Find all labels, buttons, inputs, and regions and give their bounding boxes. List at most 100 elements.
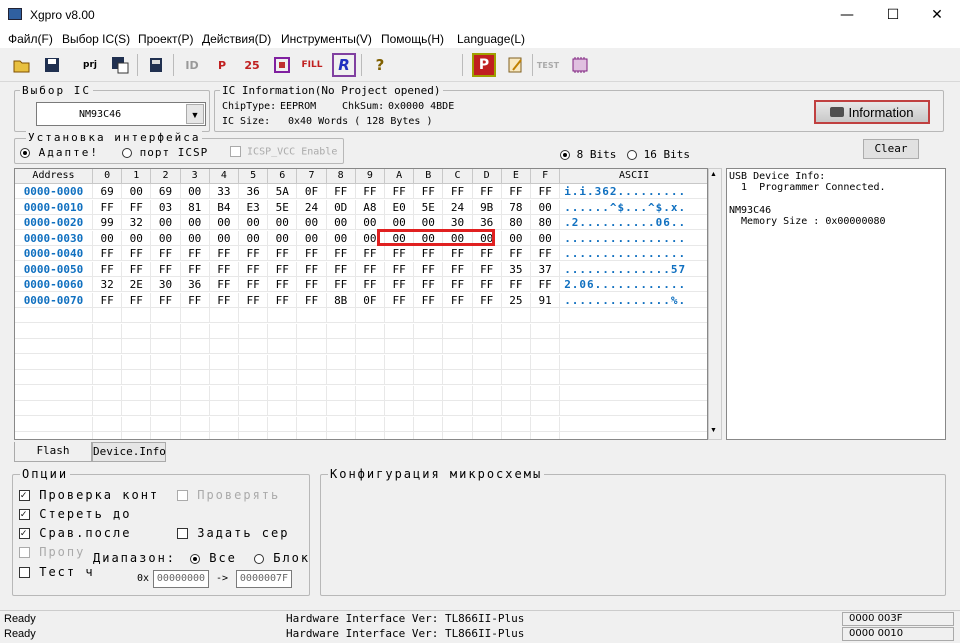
byte-cell[interactable]: 91 (531, 292, 561, 308)
byte-cell[interactable]: 00 (180, 215, 210, 230)
range-to-input[interactable]: 0000007F (236, 570, 292, 588)
byte-cell[interactable]: FF (472, 261, 502, 277)
byte-cell[interactable]: 30 (443, 215, 473, 230)
byte-cell[interactable]: 00 (239, 215, 269, 230)
byte-cell[interactable]: 36 (180, 277, 210, 292)
byte-cell[interactable]: 00 (239, 230, 269, 246)
project-icon[interactable]: prj (78, 53, 102, 77)
byte-cell[interactable]: 24 (443, 199, 473, 215)
byte-cell[interactable]: 32 (93, 277, 123, 292)
menu-help[interactable]: Помощь(H) (381, 32, 444, 46)
byte-cell[interactable]: FF (443, 292, 473, 308)
byte-cell[interactable]: 78 (501, 199, 531, 215)
byte-cell[interactable]: FF (443, 277, 473, 292)
byte-cell[interactable]: FF (180, 261, 210, 277)
byte-cell[interactable]: FF (122, 199, 152, 215)
verify-checkbox[interactable]: Проверять (177, 488, 280, 502)
byte-cell[interactable]: FF (209, 246, 239, 261)
range-block-radio[interactable]: Блок (254, 551, 310, 565)
byte-cell[interactable]: FF (355, 184, 385, 199)
byte-cell[interactable]: FF (209, 292, 239, 308)
open-icon[interactable] (10, 53, 34, 77)
menu-actions[interactable]: Действия(D) (202, 32, 271, 46)
byte-cell[interactable]: FF (268, 261, 298, 277)
prog-red-icon[interactable]: P (472, 53, 496, 77)
byte-cell[interactable]: FF (385, 277, 415, 292)
byte-cell[interactable]: E3 (239, 199, 269, 215)
byte-cell[interactable]: 00 (268, 230, 298, 246)
byte-cell[interactable]: FF (472, 246, 502, 261)
skip-checkbox[interactable]: Пропу (19, 545, 85, 559)
byte-cell[interactable]: 00 (531, 199, 561, 215)
edit-icon[interactable] (504, 53, 528, 77)
byte-cell[interactable]: FF (414, 277, 444, 292)
byte-cell[interactable]: FF (385, 261, 415, 277)
byte-cell[interactable]: FF (443, 246, 473, 261)
compare-checkbox[interactable]: ✓ Срав.после (19, 526, 131, 540)
read-id-icon[interactable]: ID (180, 53, 204, 77)
byte-cell[interactable]: FF (239, 246, 269, 261)
vertical-scrollbar[interactable]: ▲ ▼ (708, 168, 722, 440)
fill-icon[interactable]: FILL (300, 53, 324, 77)
byte-cell[interactable]: 03 (151, 199, 181, 215)
byte-cell[interactable]: 32 (122, 215, 152, 230)
icsp-vcc-checkbox[interactable]: ICSP_VCC Enable (230, 146, 337, 158)
byte-cell[interactable]: FF (472, 277, 502, 292)
blank-check-icon[interactable] (270, 53, 294, 77)
byte-cell[interactable]: 24 (297, 199, 327, 215)
byte-cell[interactable]: 0F (297, 184, 327, 199)
byte-cell[interactable]: 00 (501, 230, 531, 246)
byte-cell[interactable]: FF (297, 277, 327, 292)
byte-cell[interactable]: FF (414, 184, 444, 199)
range-from-input[interactable]: 00000000 (153, 570, 209, 588)
byte-cell[interactable]: 0D (326, 199, 356, 215)
byte-cell[interactable]: FF (326, 184, 356, 199)
byte-cell[interactable]: FF (531, 184, 561, 199)
byte-cell[interactable]: 00 (355, 215, 385, 230)
erase-checkbox[interactable]: ✓ Стереть до (19, 507, 131, 521)
set-serial-checkbox[interactable]: Задать сер (177, 526, 289, 540)
byte-cell[interactable]: 5E (268, 199, 298, 215)
information-button[interactable]: Information (814, 100, 930, 124)
byte-cell[interactable]: 37 (531, 261, 561, 277)
icsp-port-radio[interactable]: порт ICSP (122, 146, 208, 159)
range-all-radio[interactable]: Все (190, 551, 237, 565)
byte-cell[interactable]: 00 (151, 230, 181, 246)
byte-cell[interactable]: FF (239, 277, 269, 292)
byte-cell[interactable]: FF (414, 292, 444, 308)
byte-cell[interactable]: FF (472, 184, 502, 199)
save-project-icon[interactable] (108, 53, 132, 77)
byte-cell[interactable]: 25 (501, 292, 531, 308)
byte-cell[interactable]: 35 (501, 261, 531, 277)
byte-cell[interactable]: FF (385, 246, 415, 261)
byte-cell[interactable]: 69 (93, 184, 123, 199)
byte-cell[interactable]: FF (414, 246, 444, 261)
byte-cell[interactable]: 00 (151, 215, 181, 230)
byte-cell[interactable]: 00 (326, 215, 356, 230)
test-icon[interactable]: TEST (536, 53, 560, 77)
byte-cell[interactable]: 5A (268, 184, 298, 199)
bits-16-radio[interactable]: 16 Bits (627, 148, 690, 161)
byte-cell[interactable]: FF (414, 261, 444, 277)
byte-cell[interactable]: FF (151, 261, 181, 277)
byte-cell[interactable]: 00 (531, 230, 561, 246)
read-icon[interactable]: R (332, 53, 356, 77)
byte-cell[interactable]: FF (385, 292, 415, 308)
byte-cell[interactable]: FF (268, 277, 298, 292)
close-button[interactable]: ✕ (914, 0, 960, 30)
byte-cell[interactable]: 00 (209, 215, 239, 230)
byte-cell[interactable]: 8B (326, 292, 356, 308)
byte-cell[interactable]: 30 (151, 277, 181, 292)
byte-cell[interactable]: 00 (385, 215, 415, 230)
byte-cell[interactable]: 00 (414, 215, 444, 230)
chevron-down-icon[interactable]: ▼ (186, 104, 204, 124)
chip-icon[interactable] (568, 53, 592, 77)
byte-cell[interactable]: FF (151, 292, 181, 308)
menu-project[interactable]: Проект(P) (138, 32, 194, 46)
byte-cell[interactable]: FF (326, 246, 356, 261)
byte-cell[interactable]: FF (151, 246, 181, 261)
byte-cell[interactable]: FF (122, 246, 152, 261)
menu-file[interactable]: Файл(F) (8, 32, 53, 46)
byte-cell[interactable]: 81 (180, 199, 210, 215)
scroll-down-icon[interactable]: ▼ (710, 427, 717, 434)
